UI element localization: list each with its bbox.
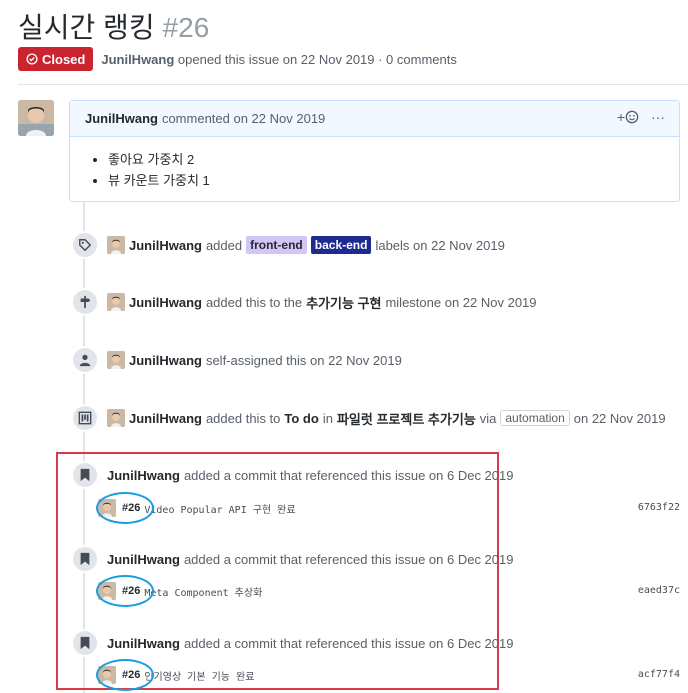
event-milestone: JunilHwang added this to the 추가기능 구현 mil… [71,288,537,316]
comment-author-link[interactable]: JunilHwang [85,111,158,126]
status-label: Closed [42,51,86,67]
bookmark-icon [80,636,90,650]
event-icon-badge [71,461,99,489]
event-icon-badge [71,545,99,573]
event-text: added this to [205,410,281,426]
event-commit: JunilHwang added a commit that reference… [71,629,513,657]
bookmark-icon [80,468,90,482]
event-user-link[interactable]: JunilHwang [107,468,180,483]
event-commit: JunilHwang added a commit that reference… [71,545,513,573]
tag-icon [79,239,92,252]
event-commit: JunilHwang added a commit that reference… [71,461,513,489]
bookmark-icon [80,552,90,566]
commit-issue-ref[interactable]: #26 [122,585,140,597]
event-user-link[interactable]: JunilHwang [129,353,202,368]
event-project: JunilHwang added this to To do in 파일럿 프로… [71,404,666,432]
commit-message[interactable]: Meta Component 추상화 [144,584,262,599]
reaction-plus-label: + [616,109,625,125]
milestone-link[interactable]: 추가기능 구현 [306,293,381,312]
list-item: 좋아요 가중치 2 [108,149,659,170]
commit-message[interactable]: 인기영상 기본 기능 완료 [144,668,254,683]
event-icon-badge [71,231,99,259]
avatar[interactable] [107,236,125,254]
event-text: in [322,410,333,426]
event-user-link[interactable]: JunilHwang [107,636,180,651]
person-icon [79,354,91,367]
issue-number: #26 [162,12,210,43]
issue-opened-info: JunilHwang opened this issue on 22 Nov 2… [101,52,457,67]
avatar[interactable] [107,351,125,369]
add-reaction-button[interactable]: + [617,109,639,125]
smiley-icon [625,110,639,124]
issue-title-text: 실시간 랭킹 [18,12,155,43]
issue-title: 실시간 랭킹 #26 [18,6,209,46]
comment-actions: + ··· [617,109,665,125]
label-frontend[interactable]: front-end [246,236,307,254]
event-user-link[interactable]: JunilHwang [107,552,180,567]
divider [18,84,688,85]
comment-body: 좋아요 가중치 2 뷰 카운트 가중치 1 [70,137,679,191]
avatar[interactable] [98,499,116,517]
commit-row: #26 Meta Component 추상화 [96,575,262,607]
project-link[interactable]: 파일럿 프로젝트 추가기능 [337,409,476,428]
event-user-link[interactable]: JunilHwang [129,295,202,310]
event-text: labels on 22 Nov 2019 [375,237,505,253]
avatar[interactable] [18,100,54,136]
avatar[interactable] [107,409,125,427]
event-icon-badge [71,346,99,374]
avatar[interactable] [98,582,116,600]
event-text: on 22 Nov 2019 [573,410,666,426]
event-assigned: JunilHwang self-assigned this on 22 Nov … [71,346,402,374]
issue-closed-icon [26,53,38,65]
label-backend[interactable]: back-end [310,236,372,254]
event-user-link[interactable]: JunilHwang [129,411,202,426]
event-labels: JunilHwang added front-end back-end labe… [71,231,505,259]
commit-issue-ref[interactable]: #26 [122,669,140,681]
event-icon-badge [71,629,99,657]
comment-header: JunilHwang commented on 22 Nov 2019 + ··… [70,101,679,137]
event-text: via [479,410,497,426]
event-text: added a commit that referenced this issu… [183,467,514,483]
comment-list: 좋아요 가중치 2 뷰 카운트 가중치 1 [108,149,659,191]
event-text: added [205,237,243,253]
commit-sha[interactable]: eaed37c [638,585,680,596]
issue-author-link[interactable]: JunilHwang [101,52,174,67]
commit-sha[interactable]: 6763f22 [638,502,680,513]
commit-row: #26 인기영상 기본 기능 완료 [96,659,254,691]
project-column: To do [284,410,319,426]
avatar[interactable] [107,293,125,311]
avatar[interactable] [98,666,116,684]
event-text: added a commit that referenced this issu… [183,551,514,567]
commit-row: #26 Video Popular API 구현 완료 [96,492,296,524]
status-badge: Closed [18,47,94,71]
event-icon-badge [71,288,99,316]
more-options-button[interactable]: ··· [651,109,665,125]
automation-badge: automation [500,410,570,426]
avatar-image [18,100,54,136]
comment-meta: commented on 22 Nov 2019 [161,111,326,126]
event-text: milestone on 22 Nov 2019 [385,294,537,310]
event-text: self-assigned this on 22 Nov 2019 [205,352,402,368]
commit-issue-ref[interactable]: #26 [122,502,140,514]
issue-opened-text: opened this issue on 22 Nov 2019 · 0 com… [177,51,457,67]
comment-box: JunilHwang commented on 22 Nov 2019 + ··… [69,100,680,202]
list-item: 뷰 카운트 가중치 1 [108,170,659,191]
commit-sha[interactable]: acf77f4 [638,669,680,680]
event-text: added a commit that referenced this issu… [183,635,514,651]
event-text: added this to the [205,294,303,310]
commit-message[interactable]: Video Popular API 구현 완료 [144,501,295,516]
milestone-icon [80,295,91,309]
issue-meta: Closed JunilHwang opened this issue on 2… [18,47,457,71]
project-icon [78,411,92,425]
event-icon-badge [71,404,99,432]
event-user-link[interactable]: JunilHwang [129,238,202,253]
